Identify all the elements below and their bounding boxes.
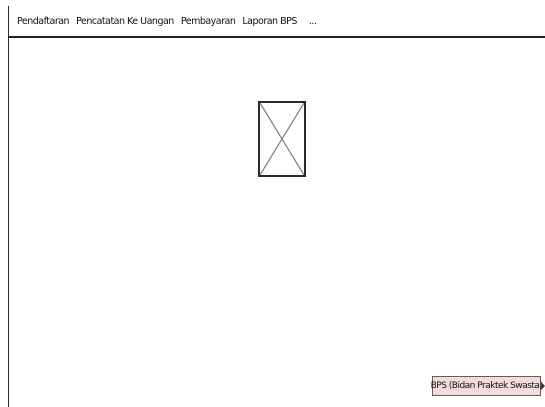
menu-item-pendaftaran[interactable]: Pendaftaran — [17, 16, 70, 27]
app-window: Pendaftaran Pencatatan Ke Uangan Pembaya… — [0, 0, 545, 407]
menu-item-pencatatan-keuangan[interactable]: Pencatatan Ke Uangan — [76, 16, 174, 27]
user-role-badge[interactable]: BPS (Bidan Praktek Swasta) — [430, 376, 545, 396]
image-placeholder-icon — [258, 101, 306, 177]
image-placeholder-cross — [260, 103, 304, 175]
user-role-label: BPS (Bidan Praktek Swasta) — [430, 381, 543, 391]
caret-right-icon — [541, 382, 545, 390]
menu-item-pembayaran[interactable]: Pembayaran — [181, 16, 236, 27]
main-menu-bar: Pendaftaran Pencatatan Ke Uangan Pembaya… — [8, 6, 545, 38]
content-left-border — [8, 38, 9, 407]
menu-item-laporan-bps[interactable]: Laporan BPS — [242, 16, 297, 27]
menu-more[interactable]: ... — [309, 16, 317, 27]
